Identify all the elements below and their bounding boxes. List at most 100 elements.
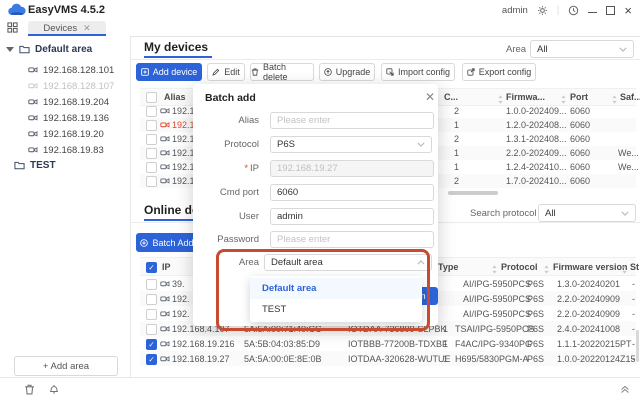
camera-device-icon [28, 129, 38, 139]
tree-device-item[interactable]: 192.168.128.101 [28, 62, 114, 78]
batch-delete-button[interactable]: Batch delete [250, 63, 314, 81]
sort-icon[interactable] [622, 265, 627, 274]
vertical-scrollbar[interactable] [636, 330, 639, 362]
window-minimize-button[interactable] [588, 12, 597, 14]
row-checkbox-checked[interactable] [146, 339, 157, 350]
tree-expand-caret-icon[interactable] [6, 47, 14, 52]
about-clock-icon[interactable] [568, 5, 579, 16]
batch-add-label: Batch Add [152, 238, 193, 248]
cell-port: 6060 [570, 176, 590, 186]
window-maximize-button[interactable] [606, 6, 615, 15]
tree-device-item[interactable]: 192.168.19.83 [28, 142, 104, 158]
sort-icon[interactable] [544, 265, 549, 274]
tree-device-item[interactable]: 192.168.19.20 [28, 126, 104, 142]
tab-devices[interactable]: Devices ✕ [28, 21, 106, 35]
export-icon [467, 68, 475, 76]
row-checkbox[interactable] [146, 294, 157, 305]
row-checkbox[interactable] [146, 120, 157, 131]
alias-input[interactable] [270, 112, 434, 129]
col-firmware-version[interactable]: Firmware version [553, 262, 628, 272]
tree-node-default-area[interactable]: Default area [6, 44, 92, 55]
cmd-port-label: Cmd port [205, 184, 259, 201]
col-channels[interactable]: C... [444, 92, 458, 102]
tree-node-test-area[interactable]: TEST [14, 160, 56, 171]
tree-device-item[interactable]: 192.168.19.204 [28, 94, 109, 110]
select-all-checkbox[interactable] [146, 262, 157, 273]
device-ip-label: 192.168.128.107 [43, 81, 114, 92]
col-firmware[interactable]: Firmwa... [506, 92, 545, 102]
col-port[interactable]: Port [570, 92, 588, 102]
cell-protocol: P6S [527, 309, 544, 319]
device-ip-label: 192.168.19.83 [43, 145, 104, 156]
protocol-select[interactable]: P6S [270, 136, 432, 153]
row-checkbox[interactable] [146, 324, 157, 335]
sort-icon[interactable] [561, 95, 566, 104]
trash-icon [251, 68, 259, 76]
row-checkbox[interactable] [146, 309, 157, 320]
user-input[interactable] [270, 208, 434, 225]
table-row[interactable]: 192.168.19.27 5A:5A:00:0E:8E:0B IOTDAA-3… [140, 351, 636, 366]
col-type[interactable]: Type [438, 262, 458, 272]
add-area-label: + Add area [43, 361, 89, 372]
row-checkbox[interactable] [146, 176, 157, 187]
area-filter-select[interactable]: All [530, 40, 634, 58]
row-checkbox[interactable] [146, 148, 157, 159]
cmd-port-input[interactable] [270, 184, 434, 201]
ip-input-disabled [270, 160, 434, 177]
cell-protocol: P6S [527, 294, 544, 304]
import-icon [386, 68, 394, 76]
home-grid-icon[interactable] [7, 22, 18, 33]
col-alias[interactable]: Alias [164, 92, 186, 102]
cell-firmware: 1.7.0-202410... [506, 176, 567, 186]
status-bar [0, 377, 640, 401]
row-checkbox[interactable] [146, 279, 157, 290]
add-area-button[interactable]: + Add area [14, 356, 118, 376]
import-config-label: Import config [398, 67, 450, 77]
col-status[interactable]: St [630, 262, 639, 272]
batch-add-button[interactable]: Batch Add [136, 233, 198, 252]
cell-ip: 192. [172, 294, 190, 304]
select-all-checkbox[interactable] [146, 92, 157, 103]
sort-icon[interactable] [498, 95, 503, 104]
row-checkbox[interactable] [146, 134, 157, 145]
col-safe[interactable]: Saf... [620, 92, 640, 102]
search-protocol-select[interactable]: All [538, 204, 636, 222]
import-config-button[interactable]: Import config [381, 63, 455, 81]
camera-device-icon [28, 145, 38, 155]
horizontal-scrollbar[interactable] [448, 191, 498, 195]
row-checkbox-checked[interactable] [146, 354, 157, 365]
cell-channels: 2 [454, 106, 459, 116]
cell-ip: 192.168.19.216 [172, 339, 235, 349]
upgrade-button[interactable]: Upgrade [319, 63, 375, 81]
col-ip[interactable]: IP [162, 262, 171, 272]
edit-button[interactable]: Edit [207, 63, 245, 81]
user-label: User [205, 208, 259, 225]
cell-model: IOTDAA-320628-WUTUE [348, 354, 451, 364]
export-config-button[interactable]: Export config [462, 63, 536, 81]
sort-icon[interactable] [612, 95, 617, 104]
cell-port: 6060 [570, 162, 590, 172]
bell-notification-icon[interactable] [48, 383, 60, 395]
row-checkbox[interactable] [146, 162, 157, 173]
tree-device-item-offline[interactable]: 192.168.128.107 [28, 78, 114, 94]
row-checkbox[interactable] [146, 106, 157, 117]
cell-status: - [632, 294, 635, 304]
annotation-highlight-box [216, 249, 430, 331]
add-device-button[interactable]: Add device [136, 63, 202, 81]
table-row[interactable]: 192.168.19.216 5A:5B:04:03:85:D9 IOTBBB-… [140, 336, 636, 351]
cell-safe: We... [618, 148, 639, 158]
camera-device-icon [28, 113, 38, 123]
title-bar: EasyVMS 4.5.2 admin | × [0, 0, 640, 20]
trash-icon[interactable] [24, 384, 35, 395]
camera-device-icon [28, 81, 38, 91]
window-close-button[interactable]: × [624, 4, 632, 17]
modal-close-icon[interactable]: ✕ [425, 90, 435, 104]
password-input[interactable] [270, 231, 434, 248]
collapse-panel-icon[interactable] [620, 384, 630, 394]
tree-device-item[interactable]: 192.168.19.136 [28, 110, 109, 126]
col-protocol[interactable]: Protocol [501, 262, 538, 272]
tab-close-icon[interactable]: ✕ [83, 23, 91, 34]
search-protocol-value: All [545, 208, 556, 219]
sort-icon[interactable] [492, 265, 497, 274]
settings-gear-icon[interactable] [537, 5, 548, 16]
